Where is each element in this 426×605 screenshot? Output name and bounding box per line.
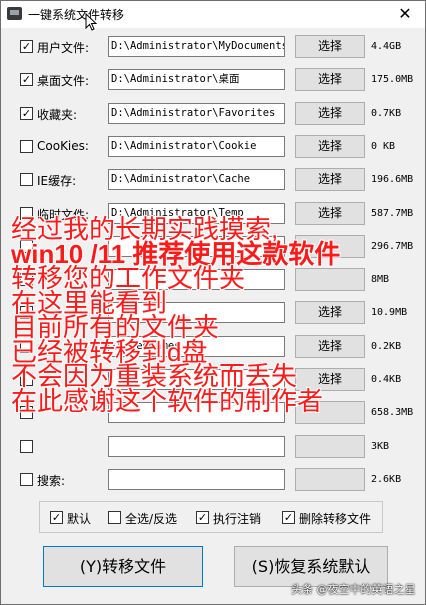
caption-line: 转移您的工作文件夹 — [11, 263, 246, 293]
caption-line: 目前所有的文件夹 — [11, 312, 220, 342]
checkbox-icon[interactable] — [108, 511, 121, 524]
mouse-cursor-icon — [85, 13, 98, 31]
folder-path-field[interactable]: D:\Administrator\桌面 — [108, 69, 285, 91]
folder-size: 0 KB — [371, 140, 396, 152]
transfer-files-button[interactable]: (Y)转移文件 — [43, 546, 203, 587]
window-title: 一键系统文件转移 — [28, 8, 125, 22]
folder-row: ✓ 用户文件: D:\Administrator\MyDocuments 选择 … — [1, 34, 425, 60]
folder-checkbox[interactable] — [20, 439, 33, 453]
folder-label: CooKies: — [37, 138, 89, 153]
folder-path-field[interactable] — [108, 435, 285, 457]
checkbox-icon[interactable]: ✓ — [50, 511, 63, 524]
folder-label: 收藏夹: — [37, 107, 78, 122]
close-button[interactable]: ✕ — [385, 1, 425, 28]
folder-size: 175.0MB — [371, 74, 414, 86]
select-folder-button[interactable]: 选择 — [295, 101, 365, 125]
select-folder-button[interactable] — [295, 434, 365, 458]
option-label: 执行注销 — [213, 512, 262, 526]
folder-size: 2.6KB — [371, 473, 402, 485]
select-folder-button[interactable]: 选择 — [295, 68, 365, 92]
folder-checkbox[interactable]: ✓ — [20, 73, 33, 87]
red-caption-overlay: 经过我的长期实践摸索, win10 /11 推荐使用这款软件 转移您的工作文件夹 在这… — [11, 214, 421, 416]
option-label: 默认 — [67, 512, 92, 526]
folder-path-field[interactable]: D:\Administrator\Favorites — [108, 102, 285, 124]
folder-size: 0.7KB — [371, 107, 402, 119]
watermark: 头条 @夜空中的英语之星 — [291, 583, 416, 596]
folder-row: CooKies: D:\Administrator\Cookie 选择 0 KB — [1, 134, 425, 160]
folder-size: 3KB — [371, 440, 390, 452]
checkbox-icon[interactable]: ✓ — [196, 511, 209, 524]
folder-size: 196.6MB — [371, 174, 414, 186]
folder-row: 3KB — [1, 434, 425, 460]
folder-row: ✓ 桌面文件: D:\Administrator\桌面 选择 175.0MB — [1, 67, 425, 93]
folder-checkbox[interactable] — [20, 173, 33, 187]
folder-row: IE缓存: D:\Administrator\Cache 选择 196.6MB — [1, 167, 425, 193]
folder-path-field[interactable]: D:\Administrator\Cache — [108, 169, 285, 191]
select-folder-button[interactable] — [295, 467, 365, 491]
options-group: ✓ 默认 全选/反选 ✓ 执行注销 ✓ 删除转移文件 — [39, 501, 383, 533]
app-window: 一键系统文件转移 ✕ ✓ 用户文件: D:\Administrator\MyDo… — [0, 0, 426, 605]
folder-path-field[interactable]: D:\Administrator\Cookie — [108, 135, 285, 157]
caption-line: 在此感谢这个软件的制作者 — [11, 385, 324, 416]
folder-checkbox[interactable]: ✓ — [20, 106, 33, 120]
folder-checkbox[interactable] — [20, 472, 33, 486]
select-folder-button[interactable]: 选择 — [295, 134, 365, 158]
app-icon — [7, 7, 22, 20]
folder-path-field[interactable] — [108, 468, 285, 490]
folder-label: 搜索: — [37, 473, 66, 488]
checkbox-icon[interactable]: ✓ — [282, 511, 295, 524]
folder-row: 搜索: 2.6KB — [1, 467, 425, 493]
select-folder-button[interactable]: 选择 — [295, 168, 365, 192]
folder-label: IE缓存: — [37, 174, 77, 189]
folder-checkbox[interactable]: ✓ — [20, 40, 33, 53]
option-label: 删除转移文件 — [299, 512, 372, 526]
folder-label: 用户文件: — [37, 41, 90, 55]
caption-line: 经过我的长期实践摸索, — [11, 214, 279, 244]
folder-label: 桌面文件: — [37, 74, 90, 89]
caption-line: 不会因为重装系统而丢失 — [11, 361, 298, 391]
option-label: 全选/反选 — [125, 512, 178, 526]
folder-path-field[interactable]: D:\Administrator\MyDocuments — [108, 36, 285, 57]
folder-row: ✓ 收藏夹: D:\Administrator\Favorites 选择 0.7… — [1, 101, 425, 127]
folder-size: 4.4GB — [371, 41, 402, 52]
title-bar: 一键系统文件转移 ✕ — [1, 1, 425, 28]
select-folder-button[interactable]: 选择 — [295, 35, 365, 58]
folder-checkbox[interactable] — [20, 139, 33, 153]
